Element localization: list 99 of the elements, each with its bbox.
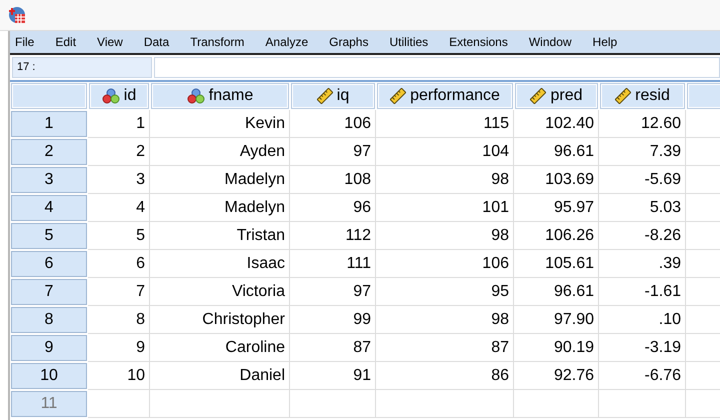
menu-item[interactable]: Data	[142, 35, 170, 49]
table-cell: 111	[290, 250, 376, 278]
table-cell: 115	[376, 110, 514, 138]
row-header[interactable]: 10	[11, 363, 87, 389]
table-cell: -1.61	[599, 278, 686, 306]
row-header[interactable]: 11	[11, 391, 87, 417]
table-cell: 7	[88, 278, 150, 306]
row-header[interactable]: 5	[11, 223, 87, 249]
row-header[interactable]: 2	[11, 139, 87, 165]
ruler-icon	[316, 88, 333, 104]
table-cell: -5.69	[599, 166, 686, 194]
table-cell: Madelyn	[150, 166, 290, 194]
table-cell: 106.26	[514, 222, 599, 250]
table-cell: 101	[376, 194, 514, 222]
row-header[interactable]: 7	[11, 279, 87, 305]
table-cell: 103.69	[514, 166, 599, 194]
column-header[interactable]	[687, 83, 720, 109]
table-cell: 108	[290, 166, 376, 194]
nominal-variable-icon	[102, 88, 120, 104]
column-header[interactable]: performance	[377, 83, 513, 109]
column-header[interactable]: pred	[515, 83, 598, 109]
table-cell: -3.19	[599, 334, 686, 362]
ruler-icon	[530, 88, 546, 104]
ruler-icon	[390, 88, 406, 104]
menu-item[interactable]: Analyze	[264, 35, 310, 49]
table-cell: Victoria	[150, 278, 290, 306]
column-header[interactable]: id	[89, 83, 149, 109]
menu-item[interactable]: File	[14, 35, 36, 49]
row-header[interactable]: 1	[11, 111, 87, 137]
table-cell: 105.61	[514, 250, 599, 278]
table-cell: Ayden	[150, 138, 290, 166]
column-header[interactable]: fname	[151, 83, 289, 109]
cell-editor-field[interactable]	[154, 57, 720, 78]
table-cell: Tristan	[150, 222, 290, 250]
table-cell: Daniel	[150, 362, 290, 390]
table-cell: 97	[290, 138, 376, 166]
column-header[interactable]: iq	[291, 83, 375, 109]
table-cell: Isaac	[150, 250, 290, 278]
table-cell: 92.76	[514, 362, 599, 390]
table-cell: 2	[88, 138, 150, 166]
table-cell: 102.40	[514, 110, 599, 138]
table-cell: 95	[376, 278, 514, 306]
nominal-variable-icon	[186, 88, 205, 104]
table-cell: 96.61	[514, 278, 599, 306]
table-cell: 96.61	[514, 138, 599, 166]
table-cell: 98	[376, 222, 514, 250]
table-cell: 106	[290, 110, 376, 138]
table-cell: 95.97	[514, 194, 599, 222]
menu-item[interactable]: View	[96, 35, 124, 49]
table-cell: 98	[376, 306, 514, 334]
menu-item[interactable]: Extensions	[448, 35, 509, 49]
table-cell: 1	[88, 110, 150, 138]
menu-item[interactable]: Graphs	[328, 35, 370, 49]
table-cell: 5.03	[599, 194, 686, 222]
ruler-icon	[615, 88, 632, 104]
table-cell: .39	[599, 250, 686, 278]
table-cell: 106	[376, 250, 514, 278]
table-cell: 97	[290, 278, 376, 306]
row-header[interactable]: 9	[11, 335, 87, 361]
table-cell: -6.76	[599, 362, 686, 390]
table-cell: 96	[290, 194, 376, 222]
table-cell: -8.26	[599, 222, 686, 250]
row-header[interactable]: 3	[11, 167, 87, 193]
row-header[interactable]: 8	[11, 307, 87, 333]
table-cell: 99	[290, 306, 376, 334]
table-cell: Christopher	[150, 306, 290, 334]
cell-reference: 17 :	[12, 57, 152, 78]
table-cell: 98	[376, 166, 514, 194]
table-cell: 112	[290, 222, 376, 250]
menu-item[interactable]: Edit	[54, 35, 78, 49]
table-cell: Caroline	[150, 334, 290, 362]
table-cell: 5	[88, 222, 150, 250]
menu-item[interactable]: Help	[592, 35, 618, 49]
table-cell: 4	[88, 194, 150, 222]
table-cell: 8	[88, 306, 150, 334]
table-cell: 90.19	[514, 334, 599, 362]
table-cell: Kevin	[150, 110, 290, 138]
table-cell: 9	[88, 334, 150, 362]
table-cell: 87	[376, 334, 514, 362]
row-header[interactable]: 6	[11, 251, 87, 277]
table-cell: 87	[290, 334, 376, 362]
table-cell: 91	[290, 362, 376, 390]
column-header[interactable]: resid	[600, 83, 685, 109]
table-cell: 6	[88, 250, 150, 278]
row-header[interactable]: 4	[11, 195, 87, 221]
menu-item[interactable]: Window	[528, 35, 573, 49]
table-cell: 97.90	[514, 306, 599, 334]
table-cell: 12.60	[599, 110, 686, 138]
table-cell: 10	[88, 362, 150, 390]
table-cell	[88, 390, 150, 418]
menu-item[interactable]: Transform	[189, 35, 246, 49]
app-icon	[8, 6, 26, 24]
table-cell: 104	[376, 138, 514, 166]
menu-item[interactable]: Utilities	[388, 35, 430, 49]
table-cell: Madelyn	[150, 194, 290, 222]
table-cell: 3	[88, 166, 150, 194]
table-cell: 86	[376, 362, 514, 390]
table-cell: 7.39	[599, 138, 686, 166]
table-cell: .10	[599, 306, 686, 334]
